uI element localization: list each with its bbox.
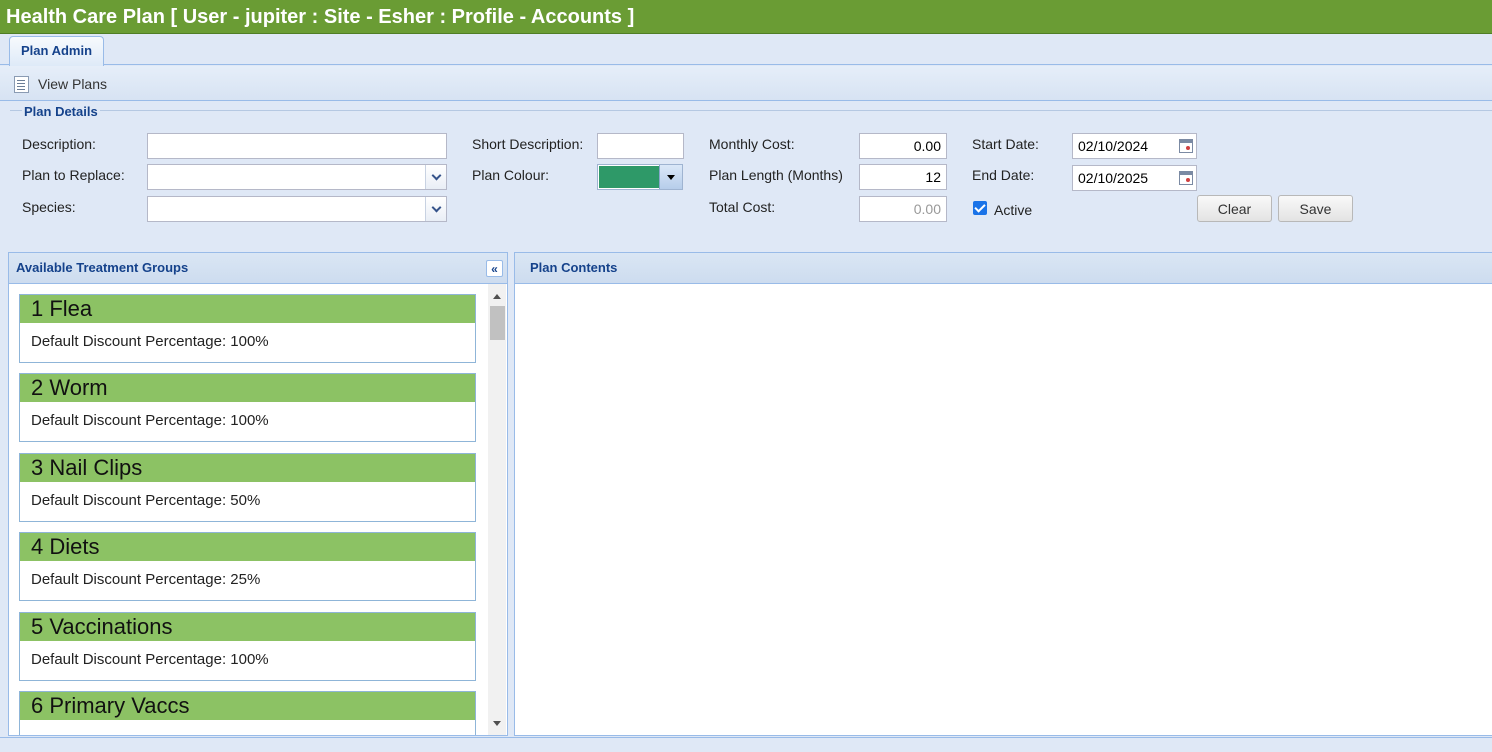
plan-to-replace-combo[interactable]: [147, 164, 447, 190]
treatment-group-item[interactable]: 4 Diets Default Discount Percentage: 25%: [19, 532, 476, 601]
available-treatment-groups-title: Available Treatment Groups: [16, 260, 189, 275]
plan-length-label: Plan Length (Months): [709, 167, 843, 183]
available-treatment-groups-panel: Available Treatment Groups « 1 Flea Defa…: [8, 252, 508, 736]
treatment-group-item[interactable]: 5 Vaccinations Default Discount Percenta…: [19, 612, 476, 681]
treatment-group-detail: Default Discount Percentage: 100%: [31, 412, 269, 429]
view-plans-label: View Plans: [38, 76, 108, 92]
plan-colour-dropdown-button[interactable]: [659, 165, 682, 189]
plan-to-replace-dropdown-button[interactable]: [425, 165, 446, 189]
scrollbar-thumb[interactable]: [490, 306, 505, 340]
treatment-group-title: 5 Vaccinations: [20, 613, 475, 641]
active-checkbox[interactable]: [973, 201, 987, 215]
chevron-down-icon: [431, 170, 441, 180]
treatment-group-title: 2 Worm: [20, 374, 475, 402]
treatment-group-item[interactable]: 3 Nail Clips Default Discount Percentage…: [19, 453, 476, 522]
calendar-icon: [1179, 139, 1193, 153]
save-button[interactable]: Save: [1278, 195, 1353, 222]
scroll-up-button[interactable]: [488, 288, 506, 304]
species-input[interactable]: [148, 197, 446, 221]
description-label: Description:: [22, 136, 96, 152]
treatment-group-list: 1 Flea Default Discount Percentage: 100%…: [9, 284, 487, 735]
treatment-group-detail: Default Discount Percentage: 100%: [31, 651, 269, 668]
species-dropdown-button[interactable]: [425, 197, 446, 221]
monthly-cost-label: Monthly Cost:: [709, 136, 795, 152]
treatment-group-title: 4 Diets: [20, 533, 475, 561]
treatment-group-detail: Default Discount Percentage: 100%: [31, 333, 269, 350]
plan-contents-panel: Plan Contents: [514, 252, 1492, 736]
total-cost-label: Total Cost:: [709, 199, 776, 215]
plan-length-field[interactable]: [859, 164, 947, 190]
clear-button[interactable]: Clear: [1197, 195, 1272, 222]
end-date-picker-button[interactable]: [1177, 168, 1195, 188]
plan-to-replace-label: Plan to Replace:: [22, 167, 125, 183]
treatment-group-item[interactable]: 1 Flea Default Discount Percentage: 100%: [19, 294, 476, 363]
tab-strip: Plan Admin: [0, 34, 1492, 66]
collapse-panel-button[interactable]: «: [486, 260, 503, 277]
group-list-scrollbar[interactable]: [488, 284, 506, 735]
plan-colour-picker[interactable]: [597, 164, 683, 190]
plan-colour-swatch[interactable]: [599, 166, 660, 188]
treatment-group-item[interactable]: 2 Worm Default Discount Percentage: 100%: [19, 373, 476, 442]
plan-details-legend: Plan Details: [22, 104, 100, 119]
treatment-group-title: 3 Nail Clips: [20, 454, 475, 482]
start-date-picker-button[interactable]: [1177, 136, 1195, 156]
document-list-icon: [14, 75, 29, 93]
short-description-input[interactable]: [598, 134, 683, 158]
species-combo[interactable]: [147, 196, 447, 222]
plan-contents-header: Plan Contents: [515, 253, 1492, 284]
calendar-icon: [1179, 171, 1193, 185]
available-treatment-groups-header: Available Treatment Groups «: [9, 253, 507, 284]
total-cost-input: [860, 197, 946, 221]
view-plans-button[interactable]: View Plans: [14, 73, 107, 95]
window-title: Health Care Plan [ User - jupiter : Site…: [0, 0, 1492, 34]
footer-strip: [0, 737, 1492, 752]
plan-colour-label: Plan Colour:: [472, 167, 550, 183]
triangle-down-icon: [667, 174, 675, 180]
monthly-cost-input[interactable]: [860, 134, 946, 158]
scroll-down-button[interactable]: [488, 715, 506, 731]
double-chevron-left-icon: «: [491, 261, 498, 276]
total-cost-field: [859, 196, 947, 222]
description-field[interactable]: [147, 133, 447, 159]
treatment-group-detail: Default Discount Percentage: 50%: [31, 492, 261, 509]
short-description-label: Short Description:: [472, 136, 584, 152]
treatment-group-detail: Default Discount Percentage: 25%: [31, 571, 261, 588]
start-date-field[interactable]: [1072, 133, 1197, 159]
active-label: Active: [994, 202, 1033, 218]
plan-contents-title: Plan Contents: [530, 260, 618, 275]
chevron-down-icon: [431, 202, 441, 212]
end-date-label: End Date:: [972, 167, 1035, 183]
start-date-label: Start Date:: [972, 136, 1039, 152]
treatment-group-item[interactable]: 6 Primary Vaccs: [19, 691, 476, 735]
description-input[interactable]: [148, 134, 446, 158]
treatment-group-title: 6 Primary Vaccs: [20, 692, 475, 720]
end-date-field[interactable]: [1072, 165, 1197, 191]
toolbar: View Plans: [0, 66, 1492, 101]
plan-length-input[interactable]: [860, 165, 946, 189]
arrow-up-icon: [493, 293, 501, 299]
arrow-down-icon: [493, 720, 501, 726]
treatment-group-title: 1 Flea: [20, 295, 475, 323]
monthly-cost-field[interactable]: [859, 133, 947, 159]
species-label: Species:: [22, 199, 76, 215]
tab-plan-admin[interactable]: Plan Admin: [9, 36, 105, 66]
short-description-field[interactable]: [597, 133, 684, 159]
plan-to-replace-input[interactable]: [148, 165, 446, 189]
